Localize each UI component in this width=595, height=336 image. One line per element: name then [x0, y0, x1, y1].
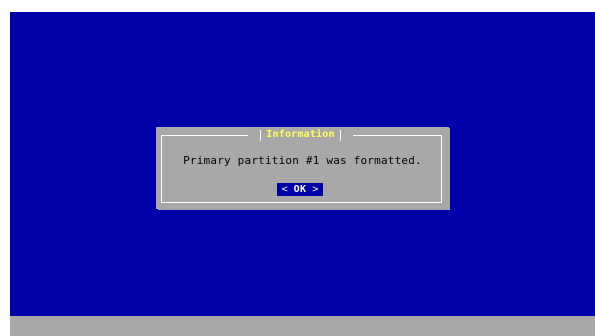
title-left-separator-icon — [260, 129, 262, 141]
ok-left-bracket: < — [281, 183, 288, 195]
ok-button[interactable]: < OK > — [277, 183, 323, 196]
dialog-message: Primary partition #1 was formatted. — [183, 154, 422, 167]
ok-button-label: OK — [293, 183, 307, 195]
frame-top-right-line — [353, 135, 442, 136]
title-right-separator-icon — [339, 129, 341, 141]
screen: Information Primary partition #1 was for… — [0, 0, 595, 336]
ok-right-bracket: > — [312, 183, 319, 195]
dialog-title-bar: Information — [248, 129, 353, 141]
frame-top-left-line — [161, 135, 248, 136]
dialog-title: Information — [266, 129, 335, 140]
bottom-status-bar — [10, 316, 595, 336]
information-dialog: Information Primary partition #1 was for… — [156, 127, 449, 209]
